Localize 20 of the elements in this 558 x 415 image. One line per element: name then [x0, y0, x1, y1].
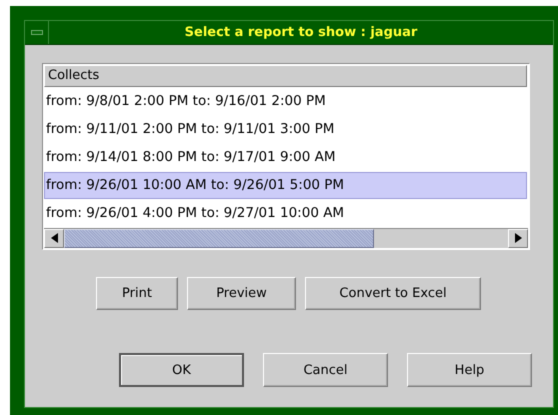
- report-row[interactable]: from: 9/26/01 4:00 PM to: 9/27/01 10:00 AM: [44, 200, 527, 226]
- scrollbar-thumb[interactable]: [64, 228, 374, 248]
- left-arrow-icon: [50, 233, 58, 244]
- convert-button[interactable]: Convert to Excel: [305, 277, 481, 310]
- help-button[interactable]: Help: [407, 353, 532, 387]
- column-header[interactable]: Collects: [44, 65, 527, 86]
- scroll-right-button[interactable]: [508, 228, 528, 248]
- scroll-left-button[interactable]: [44, 228, 64, 248]
- horizontal-scrollbar[interactable]: [44, 228, 528, 248]
- cancel-button[interactable]: Cancel: [263, 353, 388, 387]
- ok-button[interactable]: OK: [119, 353, 244, 387]
- print-button[interactable]: Print: [96, 277, 178, 310]
- report-row[interactable]: from: 9/26/01 10:00 AM to: 9/26/01 5:00 PM: [44, 172, 527, 198]
- report-row[interactable]: from: 9/14/01 8:00 PM to: 9/17/01 9:00 AM: [44, 144, 527, 170]
- window-menu-icon[interactable]: [30, 30, 42, 35]
- report-row[interactable]: from: 9/8/01 2:00 PM to: 9/16/01 2:00 PM: [44, 88, 527, 114]
- window-title: Select a report to show : jaguar: [184, 24, 418, 42]
- report-row[interactable]: from: 9/11/01 2:00 PM to: 9/11/01 3:00 PM: [44, 116, 527, 142]
- right-arrow-icon: [514, 233, 522, 244]
- preview-button[interactable]: Preview: [187, 277, 296, 310]
